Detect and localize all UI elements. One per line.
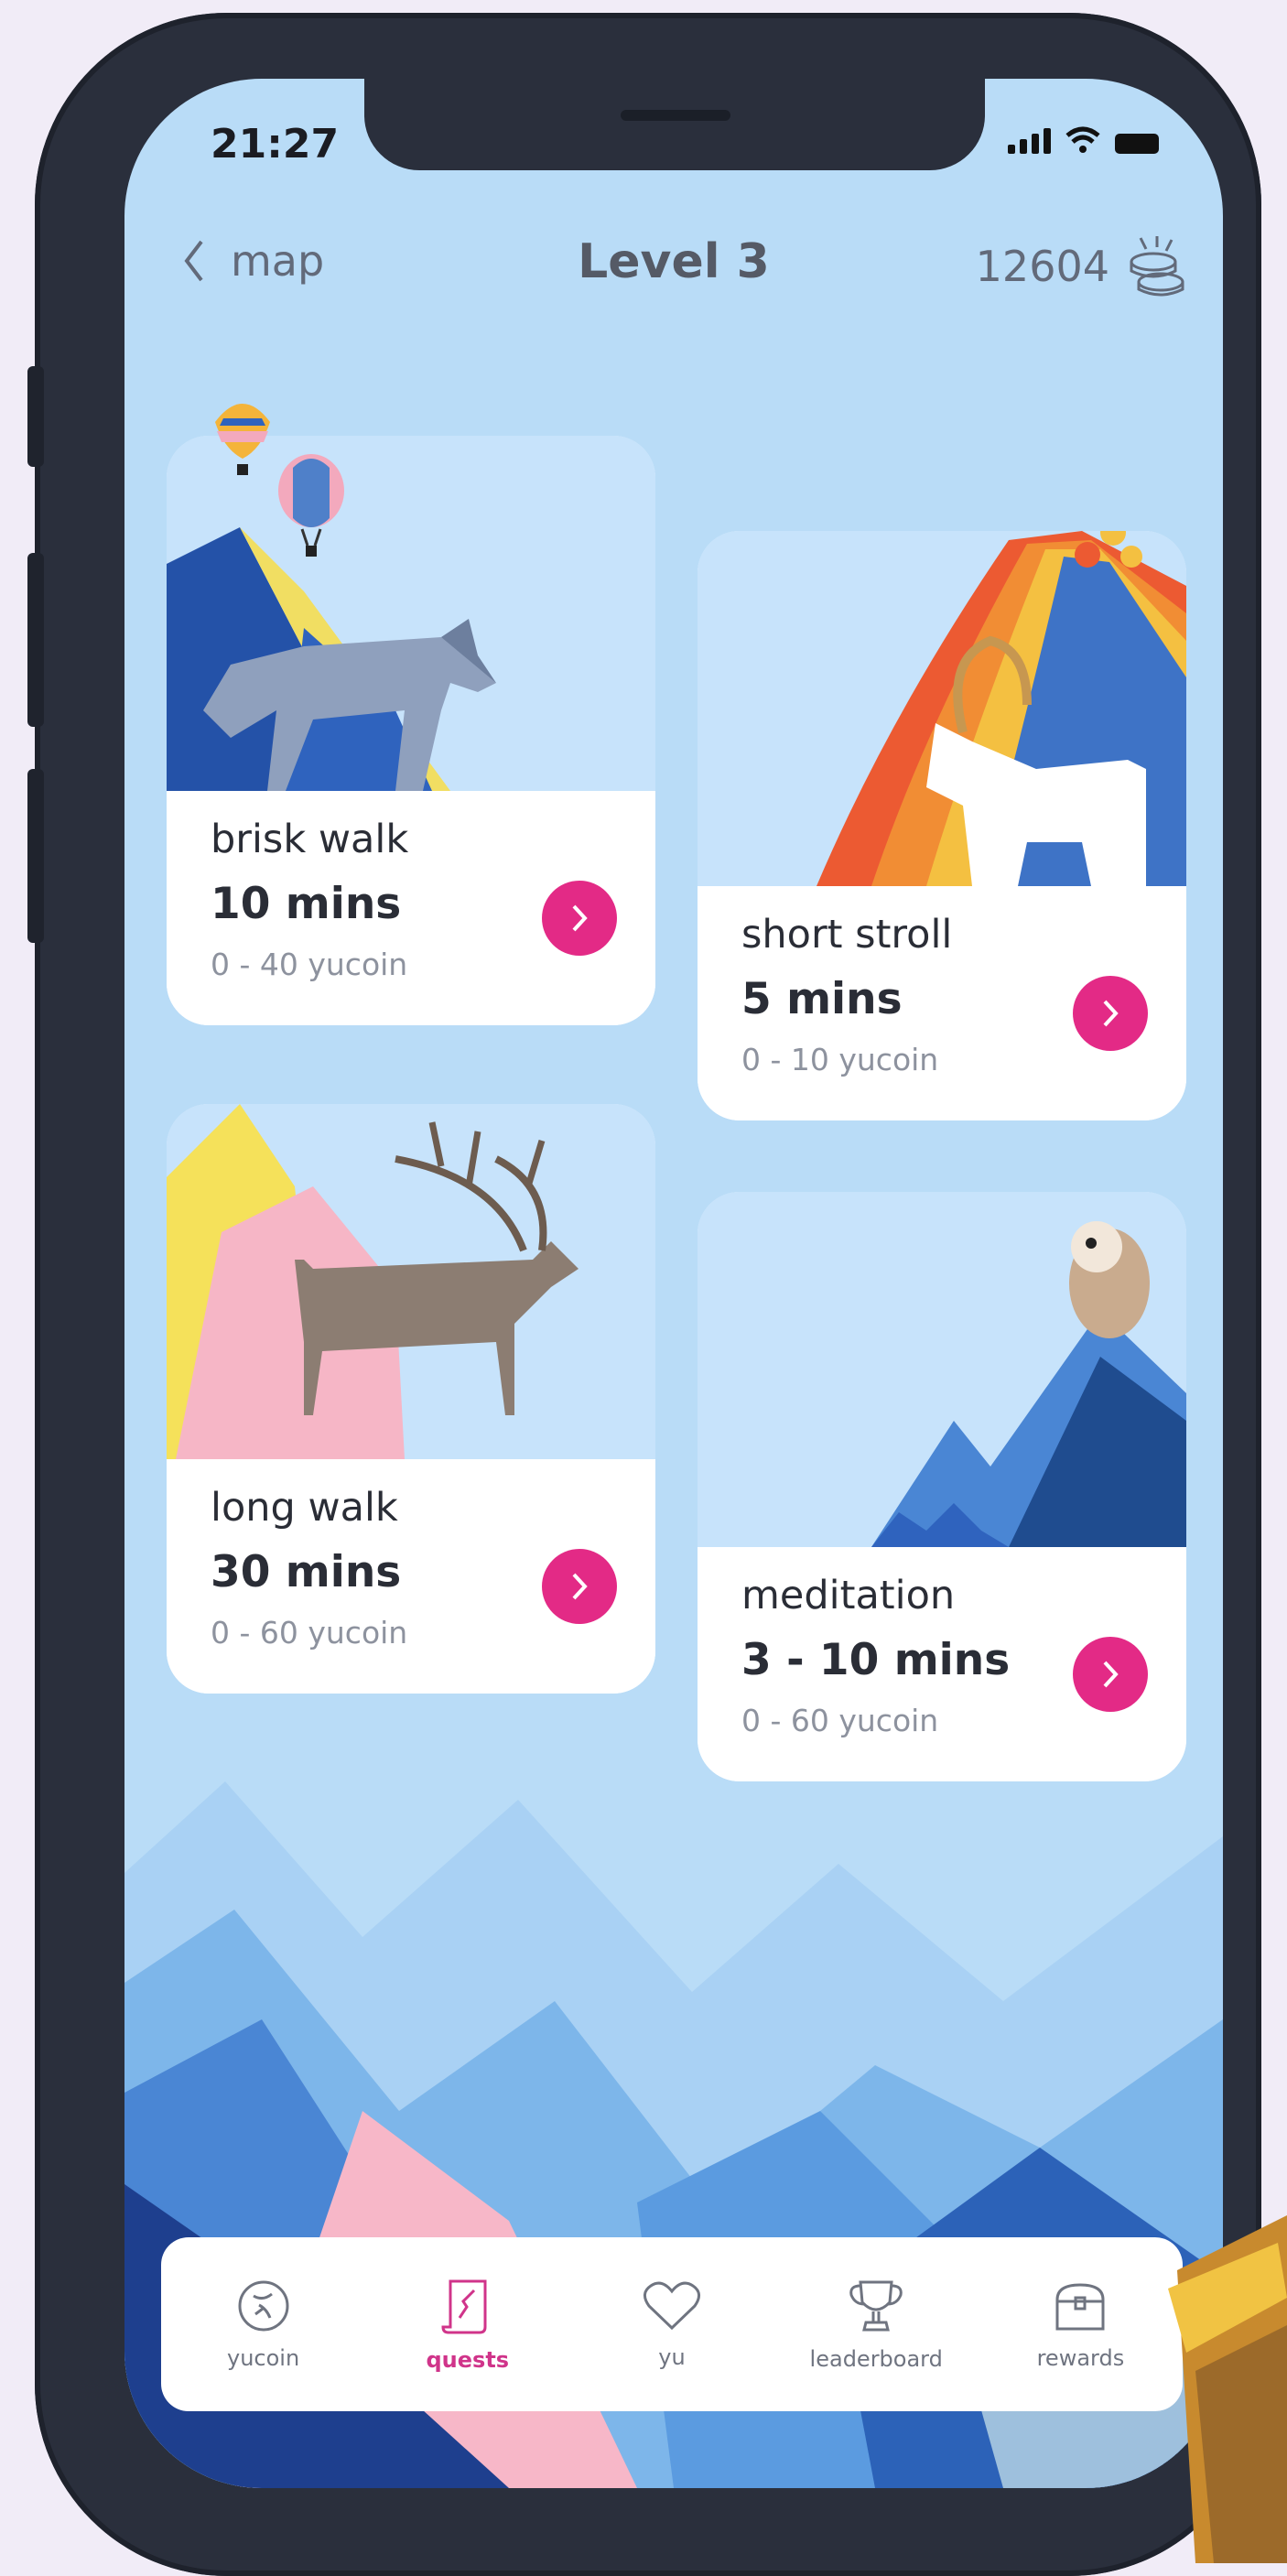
app-screen: 21:27 map Level 3 12604 brisk walk 10 mi… xyxy=(124,79,1223,2488)
quest-card-long-walk[interactable]: long walk 30 mins 0 - 60 yucoin xyxy=(167,1104,655,1694)
hot-air-balloon-icon xyxy=(278,454,344,557)
tab-label: quests xyxy=(426,2347,510,2373)
quest-duration: 30 mins xyxy=(211,1547,402,1597)
chevron-right-icon xyxy=(572,904,588,932)
quest-card-short-stroll[interactable]: short stroll 5 mins 0 - 10 yucoin xyxy=(698,531,1186,1120)
goat-illustration xyxy=(698,531,1186,886)
battery-icon xyxy=(1115,134,1159,154)
quest-reward: 0 - 10 yucoin xyxy=(741,1042,939,1077)
tab-label: yu xyxy=(658,2344,686,2370)
quest-name: long walk xyxy=(211,1485,398,1531)
coin-balance: 12604 xyxy=(976,234,1190,298)
treasure-chest-decoration xyxy=(1168,2215,1287,2563)
status-time: 21:27 xyxy=(211,121,340,168)
start-quest-button[interactable] xyxy=(1073,976,1148,1051)
coin-balance-value: 12604 xyxy=(975,242,1109,291)
quest-reward: 0 - 60 yucoin xyxy=(741,1703,939,1738)
wolf-illustration xyxy=(167,436,655,791)
tab-quests[interactable]: quests xyxy=(365,2237,569,2411)
quest-duration: 10 mins xyxy=(211,879,402,929)
quest-duration: 5 mins xyxy=(741,974,903,1024)
heart-icon xyxy=(644,2281,700,2331)
quest-name: brisk walk xyxy=(211,817,409,862)
start-quest-button[interactable] xyxy=(542,881,617,956)
quest-name: meditation xyxy=(741,1573,956,1618)
volume-up-button xyxy=(27,553,44,727)
treasure-chest-icon xyxy=(1055,2283,1105,2331)
wifi-icon xyxy=(1065,126,1100,153)
quest-info: short stroll 5 mins 0 - 10 yucoin xyxy=(698,886,1186,1120)
start-quest-button[interactable] xyxy=(1073,1637,1148,1712)
signal-icon xyxy=(1008,128,1051,154)
scroll-icon xyxy=(441,2279,487,2334)
tab-yu[interactable]: yu xyxy=(569,2237,773,2411)
quest-card-meditation[interactable]: meditation 3 - 10 mins 0 - 60 yucoin xyxy=(698,1192,1186,1781)
bottom-tab-bar: yucoin quests yu leaderboard rewards xyxy=(161,2237,1183,2411)
quest-reward: 0 - 60 yucoin xyxy=(211,1615,408,1651)
chevron-right-icon xyxy=(572,1573,588,1600)
start-quest-button[interactable] xyxy=(542,1549,617,1624)
small-balloon-icon xyxy=(215,404,270,475)
notch xyxy=(364,79,985,170)
tab-label: yucoin xyxy=(227,2345,300,2371)
quest-card-brisk-walk[interactable]: brisk walk 10 mins 0 - 40 yucoin xyxy=(167,436,655,1025)
trophy-icon xyxy=(849,2280,903,2332)
quest-info: meditation 3 - 10 mins 0 - 60 yucoin xyxy=(698,1547,1186,1781)
chevron-right-icon xyxy=(1103,1000,1119,1027)
coin-stack-icon xyxy=(1130,236,1184,297)
status-icons xyxy=(1008,126,1159,154)
tab-label: rewards xyxy=(1036,2345,1125,2371)
tab-yucoin[interactable]: yucoin xyxy=(161,2237,365,2411)
tab-label: leaderboard xyxy=(809,2346,943,2372)
yucoin-icon xyxy=(238,2280,289,2332)
owl-illustration xyxy=(698,1192,1186,1547)
volume-down-button xyxy=(27,769,44,943)
tab-leaderboard[interactable]: leaderboard xyxy=(774,2237,979,2411)
elk-illustration xyxy=(167,1104,655,1459)
quest-name: short stroll xyxy=(741,912,953,958)
top-bar: map Level 3 12604 xyxy=(124,231,1223,304)
quest-duration: 3 - 10 mins xyxy=(741,1635,1011,1685)
quest-info: brisk walk 10 mins 0 - 40 yucoin xyxy=(167,791,655,1025)
chevron-right-icon xyxy=(1103,1661,1119,1688)
speaker xyxy=(621,110,730,121)
silent-switch xyxy=(27,366,44,467)
balloon-cluster-icon xyxy=(1075,531,1142,568)
quest-reward: 0 - 40 yucoin xyxy=(211,947,408,982)
quest-info: long walk 30 mins 0 - 60 yucoin xyxy=(167,1459,655,1694)
